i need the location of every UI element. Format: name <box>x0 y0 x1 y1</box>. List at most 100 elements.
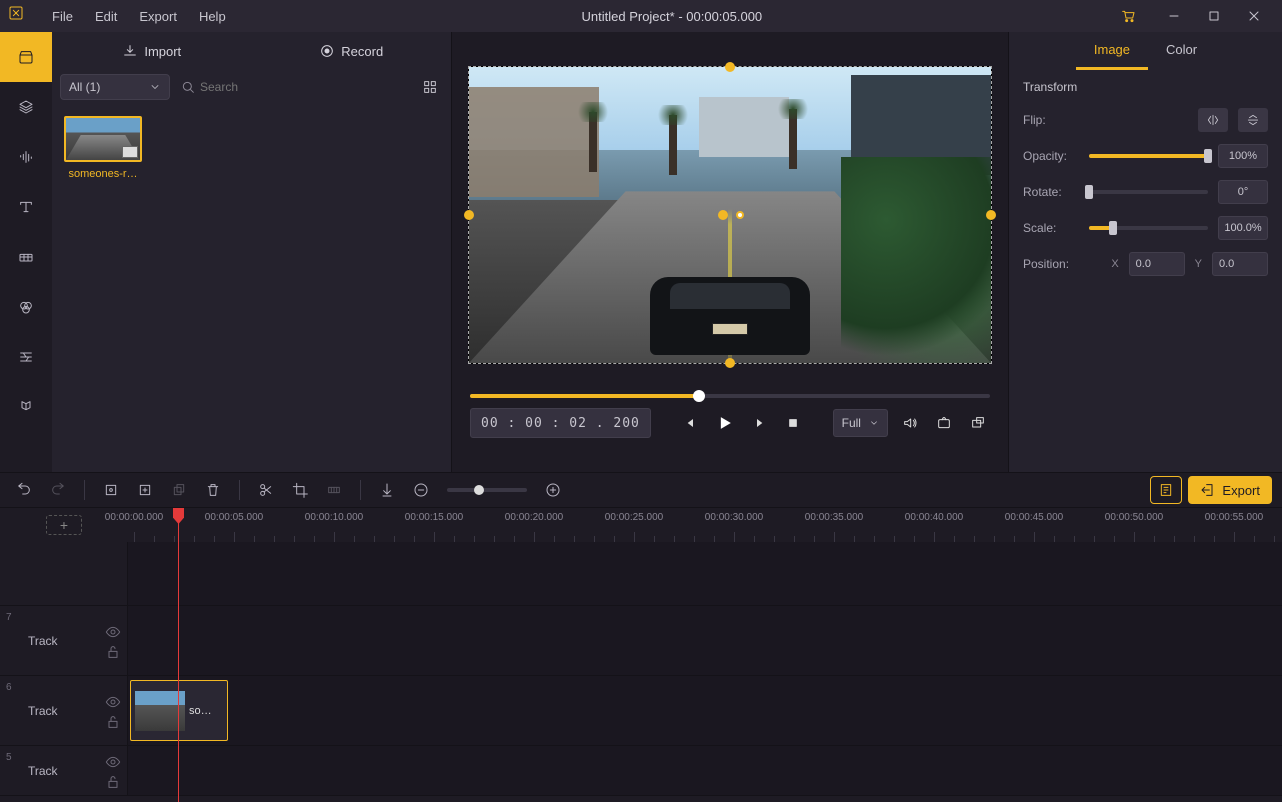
search-input[interactable] <box>174 74 413 100</box>
timeline-ruler[interactable]: 00:00:00.00000:00:05.00000:00:10.00000:0… <box>128 508 1282 542</box>
track-body[interactable] <box>128 606 1282 675</box>
main-menu: File Edit Export Help <box>42 5 236 28</box>
sidenav-effects[interactable] <box>0 282 52 332</box>
props-tab-image[interactable]: Image <box>1076 32 1148 70</box>
transform-section-title: Transform <box>1009 70 1282 102</box>
timecode-display[interactable]: 00 : 00 : 02 . 200 <box>470 408 651 438</box>
select-button[interactable] <box>97 476 125 504</box>
position-x-input[interactable]: 0.0 <box>1129 252 1185 276</box>
flip-vertical-button[interactable] <box>1238 108 1268 132</box>
delete-button[interactable] <box>199 476 227 504</box>
track-visibility-icon[interactable] <box>105 694 121 708</box>
ruler-tick-label: 00:00:20.000 <box>505 512 563 523</box>
aspect-label: Full <box>842 416 861 430</box>
track-visibility-icon[interactable] <box>105 754 121 768</box>
sidenav-elements[interactable] <box>0 382 52 432</box>
volume-button[interactable] <box>898 411 922 435</box>
scale-value[interactable]: 100.0% <box>1218 216 1268 240</box>
aspect-dropdown[interactable]: Full <box>833 409 888 437</box>
menu-file[interactable]: File <box>42 5 83 28</box>
resize-handle-left[interactable] <box>464 210 474 220</box>
media-panel: Import Record All (1) someones-r… <box>52 32 452 472</box>
track-lock-icon[interactable] <box>105 774 121 788</box>
scrubber-knob[interactable] <box>693 390 705 402</box>
position-y-input[interactable]: 0.0 <box>1212 252 1268 276</box>
track-body[interactable]: so… <box>128 676 1282 745</box>
sidenav-layers[interactable] <box>0 82 52 132</box>
props-tab-color[interactable]: Color <box>1148 32 1215 70</box>
flip-label: Flip: <box>1023 113 1079 127</box>
resize-handle-bottom[interactable] <box>725 358 735 368</box>
next-frame-button[interactable] <box>747 411 771 435</box>
opacity-slider[interactable] <box>1089 154 1208 158</box>
resize-handle-top[interactable] <box>725 62 735 72</box>
ruler-tick-label: 00:00:35.000 <box>805 512 863 523</box>
add-track-button[interactable]: + <box>46 515 82 535</box>
media-item-name: someones-r… <box>64 168 142 180</box>
split-button[interactable] <box>252 476 280 504</box>
track-number: 5 <box>6 752 12 763</box>
preview-scrubber[interactable] <box>466 394 994 398</box>
add-button[interactable] <box>131 476 159 504</box>
prev-frame-button[interactable] <box>679 411 703 435</box>
track-visibility-icon[interactable] <box>105 624 121 638</box>
center-handle-2[interactable] <box>736 211 744 219</box>
menu-edit[interactable]: Edit <box>85 5 127 28</box>
filter-dropdown[interactable]: All (1) <box>60 74 170 100</box>
speed-button[interactable] <box>320 476 348 504</box>
ruler-tick-label: 00:00:30.000 <box>705 512 763 523</box>
scale-slider[interactable] <box>1089 226 1208 230</box>
sidenav-filters[interactable] <box>0 332 52 382</box>
duplicate-button[interactable] <box>165 476 193 504</box>
maximize-button[interactable] <box>1194 0 1234 32</box>
stop-button[interactable] <box>781 411 805 435</box>
preview-frame[interactable] <box>468 66 992 364</box>
play-button[interactable] <box>713 411 737 435</box>
marker-button[interactable] <box>373 476 401 504</box>
track-lock-icon[interactable] <box>105 714 121 728</box>
detach-button[interactable] <box>966 411 990 435</box>
media-item[interactable]: someones-r… <box>64 116 142 180</box>
sidenav-transitions[interactable] <box>0 232 52 282</box>
record-tab[interactable]: Record <box>252 32 452 70</box>
menu-export[interactable]: Export <box>129 5 187 28</box>
center-handle[interactable] <box>718 210 728 220</box>
snapshot-button[interactable] <box>932 411 956 435</box>
ruler-tick-label: 00:00:10.000 <box>305 512 363 523</box>
track-lock-icon[interactable] <box>105 644 121 658</box>
playhead[interactable] <box>178 508 179 802</box>
export-button[interactable]: Export <box>1188 476 1272 504</box>
timeline-clip[interactable]: so… <box>130 680 228 741</box>
cart-icon[interactable] <box>1108 0 1148 32</box>
media-thumbnail <box>64 116 142 162</box>
close-button[interactable] <box>1234 0 1274 32</box>
import-tab[interactable]: Import <box>52 32 252 70</box>
track-body[interactable] <box>128 746 1282 795</box>
track-row: 7 Track <box>0 606 1282 676</box>
redo-button[interactable] <box>44 476 72 504</box>
resize-handle-right[interactable] <box>986 210 996 220</box>
track-number: 7 <box>6 612 12 623</box>
rotate-slider[interactable] <box>1089 190 1208 194</box>
sidenav-audio[interactable] <box>0 132 52 182</box>
grid-view-button[interactable] <box>417 74 443 100</box>
rotate-value[interactable]: 0° <box>1218 180 1268 204</box>
undo-button[interactable] <box>10 476 38 504</box>
title-bar: File Edit Export Help Untitled Project* … <box>0 0 1282 32</box>
flip-horizontal-button[interactable] <box>1198 108 1228 132</box>
zoom-in-button[interactable] <box>539 476 567 504</box>
sidenav-media[interactable] <box>0 32 52 82</box>
timeline-toolbar: Export <box>0 472 1282 508</box>
zoom-slider[interactable] <box>447 488 527 492</box>
zoom-out-button[interactable] <box>407 476 435 504</box>
track-number: 6 <box>6 682 12 693</box>
export-settings-button[interactable] <box>1150 476 1182 504</box>
menu-help[interactable]: Help <box>189 5 236 28</box>
filter-label: All (1) <box>69 80 100 94</box>
crop-button[interactable] <box>286 476 314 504</box>
sidenav-text[interactable] <box>0 182 52 232</box>
minimize-button[interactable] <box>1154 0 1194 32</box>
timeline: + 00:00:00.00000:00:05.00000:00:10.00000… <box>0 508 1282 802</box>
opacity-value[interactable]: 100% <box>1218 144 1268 168</box>
track-name: Track <box>28 634 58 648</box>
